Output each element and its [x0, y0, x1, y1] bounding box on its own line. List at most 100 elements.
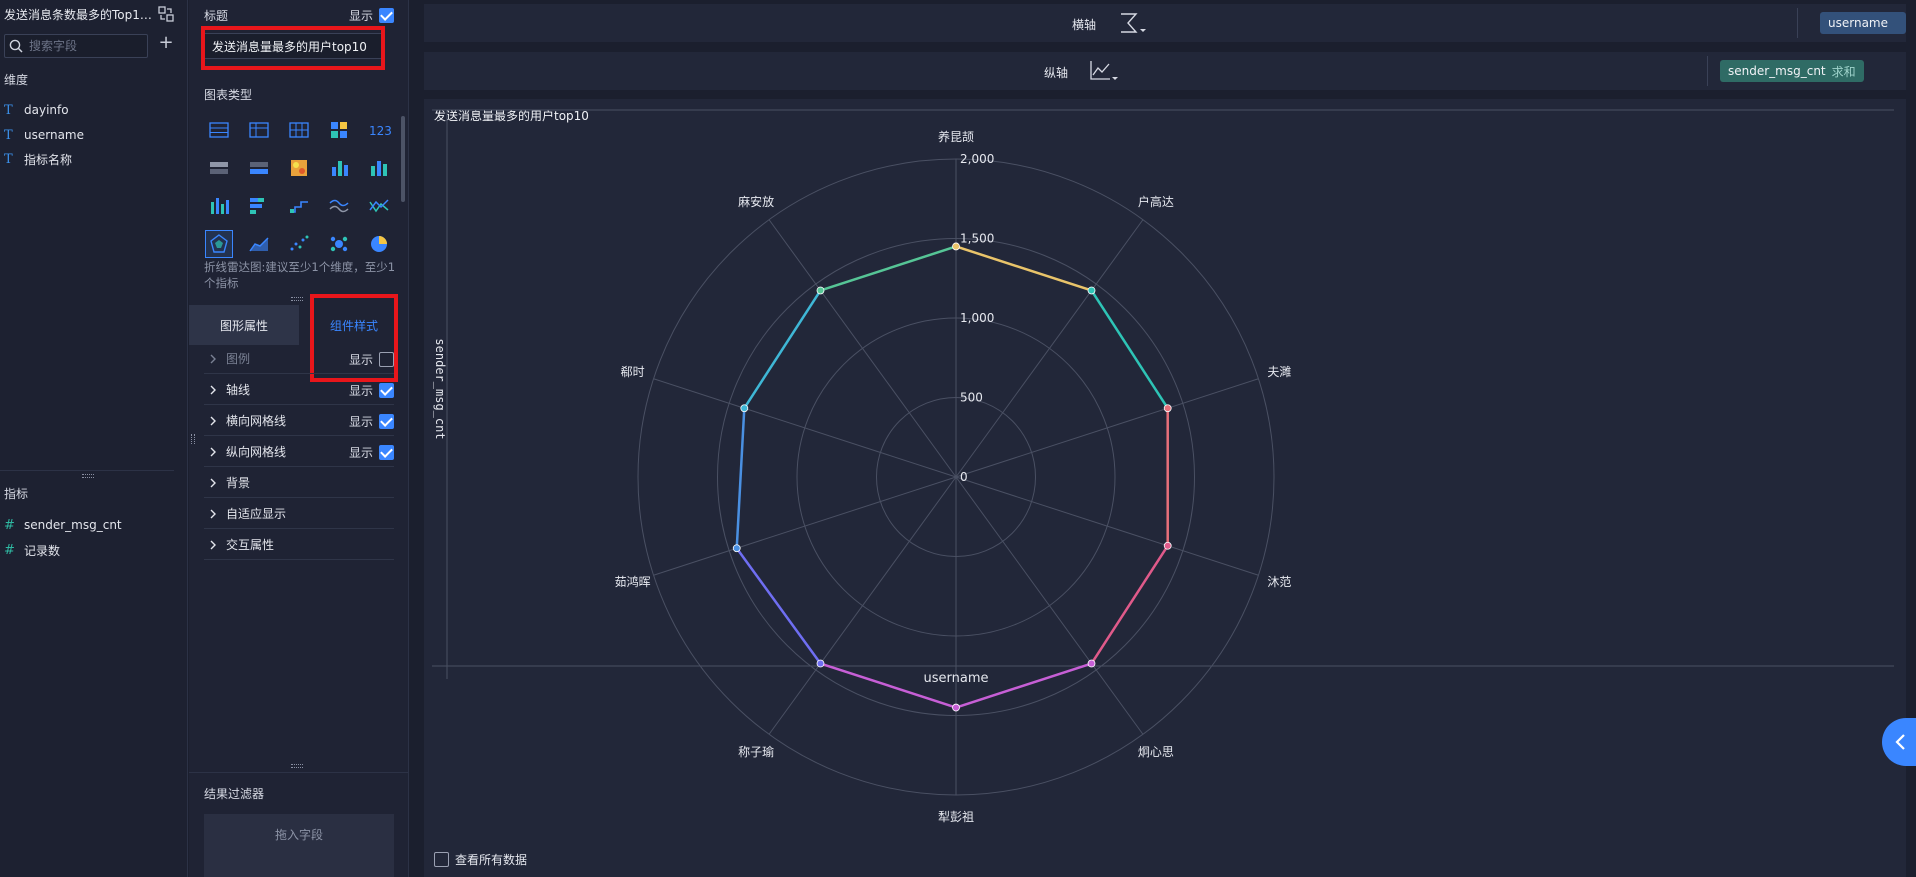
- shelf-divider: [1707, 56, 1708, 86]
- radar-tick-label: 1,000: [960, 311, 994, 325]
- radar-tick-label: 500: [960, 391, 983, 405]
- step-line-icon[interactable]: [285, 192, 313, 220]
- dataset-title[interactable]: 发送消息条数最多的Top10...: [4, 6, 154, 23]
- field-search-input[interactable]: [29, 37, 143, 55]
- property-row[interactable]: 轴线 显示: [204, 375, 394, 405]
- area-icon[interactable]: [245, 230, 273, 258]
- x-axis-field-pill[interactable]: username: [1820, 12, 1906, 34]
- grid-table-icon[interactable]: [285, 116, 313, 144]
- radar-category-label: 郗时: [621, 365, 645, 379]
- measure-field-record-count[interactable]: # 记录数: [4, 541, 60, 559]
- stacked-bar-icon[interactable]: [245, 192, 273, 220]
- property-row[interactable]: 图例 显示: [204, 344, 394, 374]
- property-show-toggle[interactable]: 显示: [349, 382, 394, 399]
- chevron-right-icon: [210, 509, 216, 518]
- table-icon[interactable]: [205, 116, 233, 144]
- detail-table-icon[interactable]: [245, 154, 273, 182]
- radar-spoke: [955, 378, 1259, 478]
- radar-data-point: [1087, 286, 1096, 295]
- radar-data-point: [740, 404, 749, 413]
- chart-type-scrollbar[interactable]: [401, 116, 405, 202]
- field-search-box[interactable]: [4, 34, 148, 58]
- property-label: 图例: [226, 352, 251, 366]
- dimension-field-dayinfo[interactable]: T dayinfo: [4, 101, 69, 119]
- x-axis-shelf[interactable]: 横轴 username: [424, 4, 1906, 42]
- pill-label: username: [1828, 16, 1888, 30]
- radar-series-segment: [1090, 289, 1169, 410]
- color-block-table-icon[interactable]: [325, 116, 353, 144]
- resize-grip-icon[interactable]: [291, 764, 303, 768]
- property-row[interactable]: 自适应显示: [204, 499, 394, 529]
- property-show-checkbox[interactable]: [379, 352, 394, 367]
- search-icon: [9, 39, 23, 53]
- line-icon[interactable]: [365, 192, 393, 220]
- radar-data-point: [1087, 659, 1096, 668]
- property-label: 交互属性: [226, 538, 275, 552]
- view-all-checkbox[interactable]: [434, 852, 449, 867]
- x-axis-label: 横轴: [1072, 18, 1097, 32]
- radar-category-label: 沐范: [1267, 575, 1291, 589]
- panel-resize-handle[interactable]: [191, 434, 195, 444]
- column-icon[interactable]: [205, 192, 233, 220]
- radar-category-label: 夫濉: [1267, 364, 1291, 379]
- y-axis-shelf[interactable]: 纵轴 sender_msg_cnt 求和: [424, 52, 1906, 90]
- radar-tick-label: 1,500: [960, 232, 994, 246]
- property-show-checkbox[interactable]: [379, 414, 394, 429]
- property-show-checkbox[interactable]: [379, 383, 394, 398]
- add-field-icon[interactable]: +: [158, 34, 174, 52]
- y-axis-field-pill[interactable]: sender_msg_cnt 求和: [1720, 60, 1864, 82]
- filter-drop-zone[interactable]: 拖入字段: [204, 814, 394, 877]
- radar-category-label: 养昆颉: [938, 129, 974, 144]
- collapse-panel-button[interactable]: [1882, 718, 1916, 766]
- title-show-checkbox[interactable]: [379, 8, 395, 23]
- property-row[interactable]: 纵向网格线 显示: [204, 437, 394, 467]
- x-axis-title: username: [924, 671, 989, 686]
- dimension-field-metric-name[interactable]: T 指标名称: [4, 150, 72, 168]
- chevron-right-icon: [210, 416, 216, 425]
- property-show-toggle[interactable]: 显示: [349, 413, 394, 430]
- kpi-number-icon[interactable]: 123: [365, 116, 393, 144]
- property-show-checkbox[interactable]: [379, 445, 394, 460]
- radar-spoke: [653, 378, 957, 478]
- y-axis-type-dropdown-icon[interactable]: [1088, 59, 1120, 83]
- scatter-icon[interactable]: [285, 230, 313, 258]
- grouped-column-icon[interactable]: [365, 154, 393, 182]
- number-type-icon: #: [4, 517, 15, 533]
- radar-spoke: [955, 476, 1259, 576]
- title-setting-label: 标题: [204, 9, 229, 23]
- radar-spoke: [768, 219, 957, 478]
- tab-graphic-properties[interactable]: 图形属性: [189, 305, 299, 345]
- property-show-toggle[interactable]: 显示: [349, 444, 394, 461]
- text-type-icon: T: [4, 102, 13, 118]
- x-axis-type-dropdown-icon[interactable]: [1118, 11, 1150, 35]
- ranking-table-icon[interactable]: [205, 154, 233, 182]
- property-label: 横向网格线: [226, 414, 287, 428]
- aggregation-label[interactable]: 求和: [1832, 63, 1856, 80]
- heatmap-icon[interactable]: [285, 154, 313, 182]
- multi-line-icon[interactable]: [325, 192, 353, 220]
- pie-icon[interactable]: [365, 230, 393, 258]
- view-all-data-toggle[interactable]: 查看所有数据: [434, 851, 527, 868]
- property-row[interactable]: 横向网格线 显示: [204, 406, 394, 436]
- field-label: username: [24, 128, 84, 142]
- show-label: 显示: [349, 9, 374, 23]
- radar-data-point: [816, 659, 825, 668]
- dimension-field-username[interactable]: T username: [4, 126, 84, 144]
- title-show-toggle[interactable]: 显示: [349, 7, 395, 24]
- radar-data-point: [732, 544, 741, 553]
- bubble-icon[interactable]: [325, 230, 353, 258]
- radar-icon[interactable]: [205, 230, 233, 258]
- radar-series-segment: [1090, 544, 1169, 665]
- property-row[interactable]: 背景: [204, 468, 394, 498]
- pivot-table-icon[interactable]: [245, 116, 273, 144]
- resize-grip-icon[interactable]: [291, 297, 303, 301]
- stacked-column-icon[interactable]: [325, 154, 353, 182]
- property-row[interactable]: 交互属性: [204, 530, 394, 560]
- property-show-toggle[interactable]: 显示: [349, 351, 394, 368]
- chart-card: 发送消息量最多的用户top10 0 500 1,000 1,500 2,000 养昆颉 户高…: [424, 99, 1906, 877]
- radar-category-label: 茹鸿晖: [615, 575, 651, 589]
- resize-grip-icon[interactable]: [82, 474, 94, 478]
- radar-spoke: [768, 476, 957, 735]
- measure-field-sender-msg-cnt[interactable]: # sender_msg_cnt: [4, 516, 122, 534]
- switch-dataset-icon[interactable]: [158, 6, 174, 22]
